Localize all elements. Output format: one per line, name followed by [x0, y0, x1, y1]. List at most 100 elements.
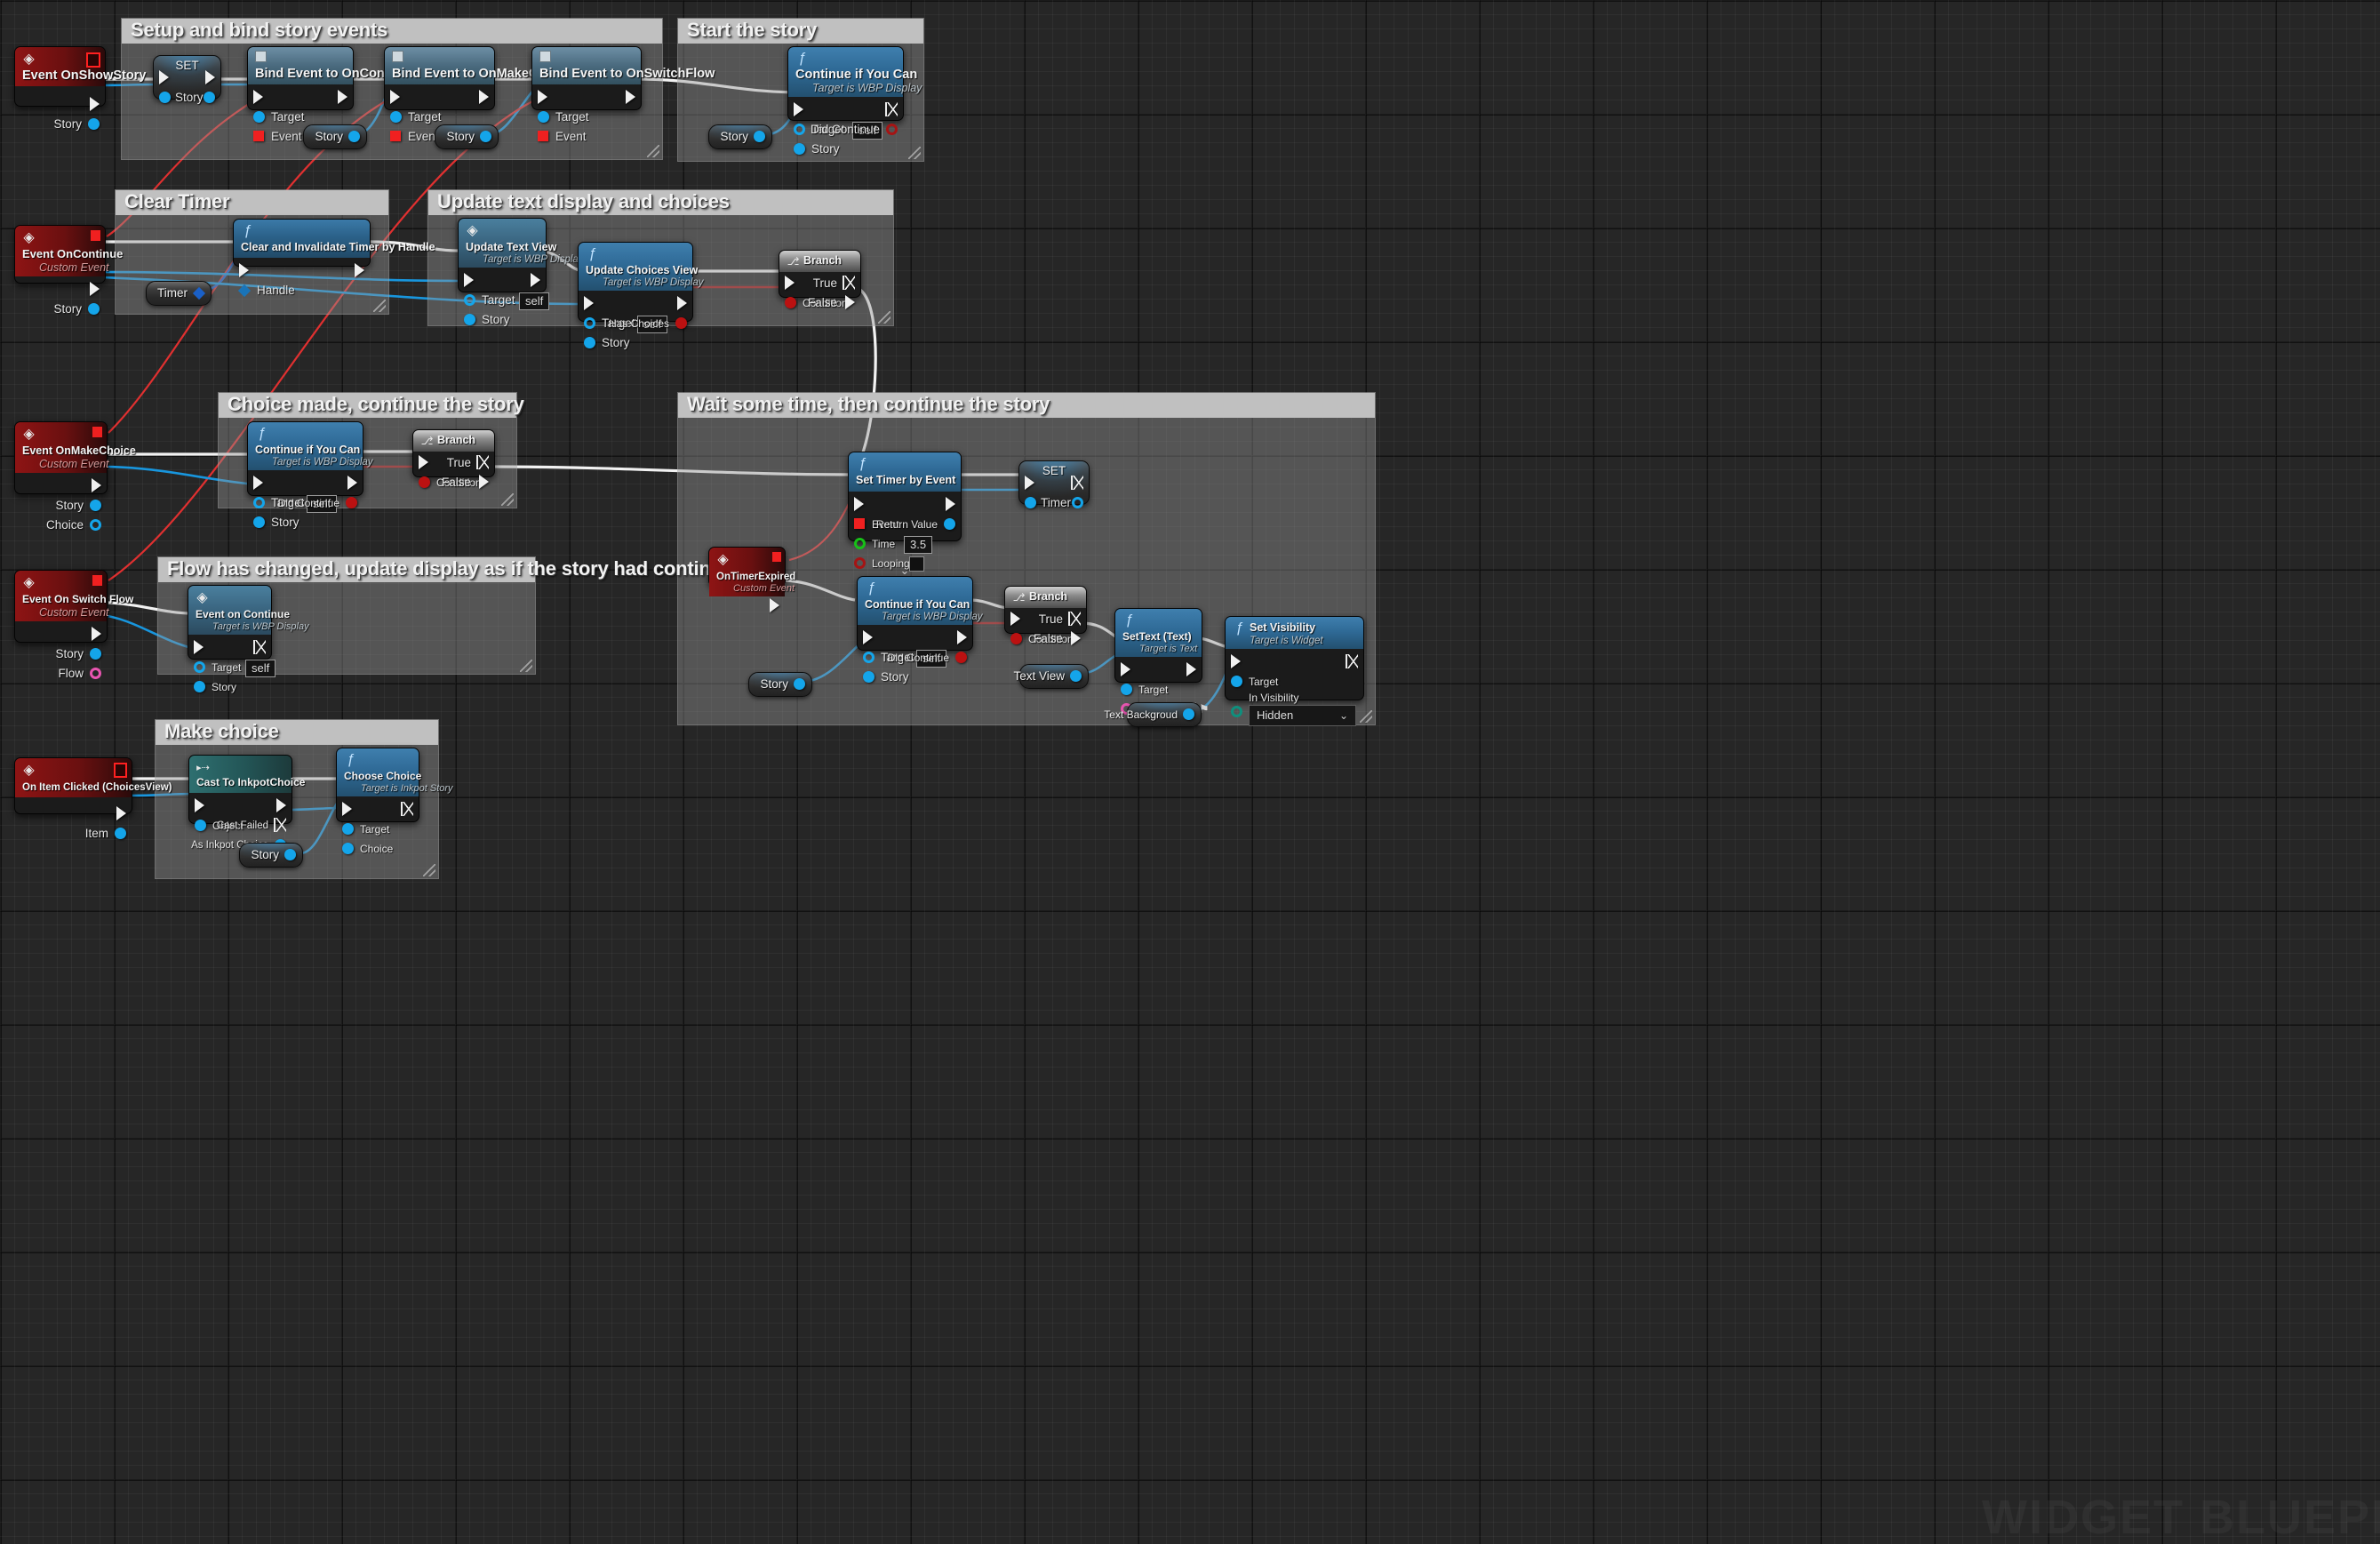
node-bind-event-oncontinue[interactable]: Bind Event to OnContinue Target Event	[247, 46, 354, 110]
variable-get-timer[interactable]: Timer	[146, 281, 212, 306]
node-bind-event-onswitchflow[interactable]: Bind Event to OnSwitchFlow Target Event	[531, 46, 642, 110]
item-out-pin[interactable]	[115, 824, 126, 844]
target-in-pin[interactable]	[1231, 672, 1242, 692]
exec-in-pin[interactable]	[253, 474, 263, 493]
variable-get-text-background[interactable]: Text Backgroud	[1127, 702, 1202, 727]
timer-out-pin[interactable]	[194, 282, 204, 305]
story-in-pin[interactable]	[794, 140, 805, 159]
exec-out-pin[interactable]	[92, 625, 101, 644]
exec-out-pin[interactable]	[885, 100, 898, 120]
node-choose-choice[interactable]: ƒChoose Choice Target is Inkpot Story Ta…	[336, 748, 419, 822]
exec-in-pin[interactable]	[342, 800, 352, 820]
exec-out-pin[interactable]	[1186, 660, 1196, 680]
node-clear-and-invalidate-timer[interactable]: ƒClear and Invalidate Timer by Handle Ha…	[233, 219, 371, 267]
variable-get-story-timer[interactable]: Story	[748, 672, 812, 697]
target-in-pin[interactable]	[464, 291, 475, 310]
exec-out-pin[interactable]	[276, 796, 286, 816]
event-in-pin[interactable]	[854, 515, 865, 534]
true-out-pin[interactable]	[476, 453, 489, 473]
story-out-pin[interactable]	[204, 88, 215, 108]
exec-out-pin[interactable]	[92, 476, 101, 496]
exec-in-pin[interactable]	[794, 100, 803, 120]
node-event-onshowstory[interactable]: ◈Event OnShowStory Story	[14, 46, 106, 107]
condition-in-pin[interactable]	[419, 473, 430, 492]
target-in-pin[interactable]	[390, 108, 402, 127]
in-visibility-in-pin[interactable]	[1231, 704, 1242, 720]
story-out-pin[interactable]	[90, 644, 101, 664]
node-settext[interactable]: ƒSetText (Text) Target is Text Target In…	[1114, 608, 1202, 683]
false-out-pin[interactable]	[1071, 629, 1081, 649]
node-branch-timer[interactable]: ⎇Branch True ConditionFalse	[1004, 586, 1087, 634]
resize-grip[interactable]	[647, 145, 659, 157]
exec-out-pin[interactable]	[1071, 474, 1083, 493]
event-delegate-pin[interactable]	[92, 427, 102, 437]
node-update-choices-view[interactable]: ƒUpdate Choices View Target is WBP Displ…	[578, 242, 693, 322]
timer-out-pin[interactable]	[1072, 493, 1083, 513]
true-out-pin[interactable]	[1068, 610, 1081, 629]
story-out-pin[interactable]	[794, 673, 805, 696]
story-out-pin[interactable]	[88, 115, 100, 134]
exec-out-pin[interactable]	[1346, 652, 1358, 672]
visibility-dropdown[interactable]: Hidden⌄	[1249, 705, 1356, 726]
node-continue-if-you-can-start[interactable]: ƒContinue if You Can Target is WBP Displ…	[787, 46, 904, 121]
looping-in-pin[interactable]	[854, 554, 866, 573]
exec-in-pin[interactable]	[159, 68, 169, 88]
target-value-field[interactable]: self	[245, 660, 276, 677]
return-value-out-pin[interactable]	[944, 515, 955, 534]
node-on-item-clicked[interactable]: ◈On Item Clicked (ChoicesView) Item	[14, 757, 132, 814]
node-set-timer-variable[interactable]: SET Timer	[1018, 460, 1090, 505]
exec-in-pin[interactable]	[1025, 474, 1034, 493]
time-value-field[interactable]: 3.5	[904, 536, 932, 554]
variable-get-text-view[interactable]: Text View	[1019, 664, 1089, 689]
did-continue-out-pin[interactable]	[886, 120, 898, 140]
node-branch-update[interactable]: ⎇Branch True ConditionFalse	[779, 250, 861, 298]
exec-in-pin[interactable]	[195, 796, 204, 816]
node-bind-event-onmakechoice[interactable]: Bind Event to OnMakeChoice Target Event	[384, 46, 495, 110]
exec-out-pin[interactable]	[770, 596, 779, 616]
true-out-pin[interactable]	[843, 274, 855, 293]
event-delegate-pin[interactable]	[772, 552, 781, 562]
exec-in-pin[interactable]	[854, 495, 864, 515]
node-event-on-continue[interactable]: ◈Event on Continue Target is WBP Display…	[188, 585, 272, 660]
target-in-pin[interactable]	[253, 108, 265, 127]
variable-get-story-start[interactable]: Story	[708, 124, 772, 149]
blueprint-graph-canvas[interactable]: Setup and bind story events Start the st…	[0, 0, 2380, 1544]
exec-in-pin[interactable]	[1010, 610, 1020, 629]
handle-in-pin[interactable]	[239, 281, 250, 300]
node-update-text-view[interactable]: ◈Update Text View Target is WBP Display …	[458, 218, 547, 292]
target-value-field[interactable]: self	[519, 292, 549, 310]
exec-out-pin[interactable]	[401, 800, 413, 820]
event-delegate-pin[interactable]	[86, 52, 100, 68]
did-continue-out-pin[interactable]	[955, 648, 967, 668]
node-event-ontimerexpired[interactable]: ◈OnTimerExpired Custom Event	[708, 547, 786, 587]
target-in-pin[interactable]	[253, 493, 265, 513]
node-continue-if-you-can-timer[interactable]: ƒContinue if You Can Target is WBP Displ…	[857, 576, 973, 651]
exec-out-pin[interactable]	[347, 474, 357, 493]
exec-out-pin[interactable]	[531, 271, 540, 291]
exec-in-pin[interactable]	[1121, 660, 1130, 680]
exec-in-pin[interactable]	[1231, 652, 1241, 672]
node-branch-choice[interactable]: ⎇Branch True ConditionFalse	[412, 429, 495, 477]
exec-out-pin[interactable]	[479, 88, 489, 108]
variable-get-story-b[interactable]: Story	[435, 124, 499, 149]
node-event-on-switch-flow[interactable]: ◈Event On Switch Flow Custom Event Story…	[14, 570, 108, 643]
exec-in-pin[interactable]	[390, 88, 400, 108]
node-cast-to-inkpotchoice[interactable]: ▸⇢Cast To InkpotChoice ObjectCast Failed…	[188, 755, 292, 824]
story-in-pin[interactable]	[194, 677, 205, 697]
exec-out-pin[interactable]	[355, 261, 364, 281]
cast-failed-out-pin[interactable]	[274, 816, 286, 836]
node-event-oncontinue[interactable]: ◈Event OnContinue Custom Event Story	[14, 225, 106, 284]
has-choices-out-pin[interactable]	[675, 314, 687, 333]
did-continue-out-pin[interactable]	[346, 493, 357, 513]
target-in-pin[interactable]	[194, 658, 205, 677]
node-event-onmakechoice[interactable]: ◈Event OnMakeChoice Custom Event Story C…	[14, 421, 108, 494]
story-in-pin[interactable]	[464, 310, 475, 330]
exec-out-pin[interactable]	[957, 628, 967, 648]
resize-grip[interactable]	[423, 864, 435, 876]
exec-out-pin[interactable]	[626, 88, 635, 108]
target-in-pin[interactable]	[584, 314, 595, 333]
exec-in-pin[interactable]	[253, 88, 263, 108]
story-out-pin[interactable]	[754, 125, 765, 148]
exec-in-pin[interactable]	[538, 88, 547, 108]
event-in-pin[interactable]	[253, 127, 264, 147]
